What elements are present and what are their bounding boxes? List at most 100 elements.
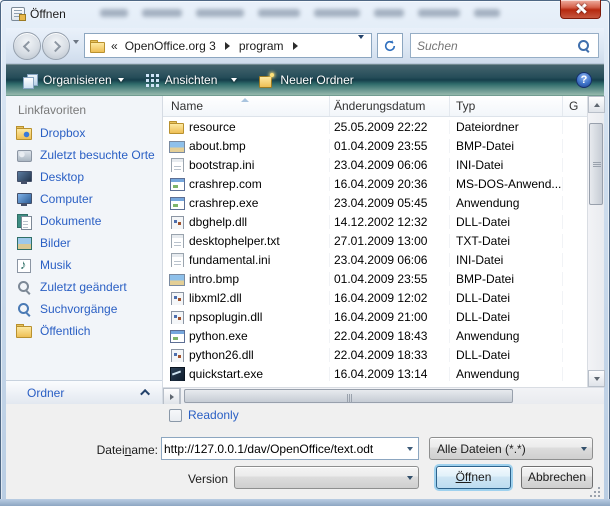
filetype-select[interactable]: Alle Dateien (*.*)	[429, 437, 593, 460]
version-dropdown-button[interactable]	[401, 467, 418, 488]
file-row[interactable]: quickstart.exe 16.04.2009 13:14 Anwendun…	[163, 364, 587, 383]
sidebar-item-label: Desktop	[40, 170, 84, 184]
file-type: MS-DOS-Anwend...	[450, 177, 563, 191]
column-header-size[interactable]: G	[563, 96, 587, 116]
help-button[interactable]: ?	[576, 72, 592, 88]
sidebar-item-icon	[16, 192, 32, 206]
search-input[interactable]	[411, 39, 577, 53]
file-row[interactable]: intro.bmp 01.04.2009 23:55 BMP-Datei	[163, 269, 587, 288]
views-label: Ansichten	[165, 73, 218, 87]
address-dropdown-button[interactable]	[358, 39, 364, 53]
file-row[interactable]: resource 25.05.2009 22:22 Dateiordner	[163, 117, 587, 136]
breadcrumb[interactable]: « OpenOffice.org 3 program	[84, 33, 372, 58]
title-bar[interactable]: Öffnen	[0, 0, 610, 28]
file-row[interactable]: crashrep.exe 23.04.2009 05:45 Anwendung	[163, 193, 587, 212]
column-header-date[interactable]: Änderungsdatum	[330, 96, 450, 116]
horizontal-scrollbar[interactable]	[163, 387, 604, 404]
sidebar-item-icon	[16, 148, 32, 162]
sidebar-item[interactable]: Musik	[6, 254, 162, 276]
column-label: Name	[171, 99, 203, 113]
column-header-name[interactable]: Name	[163, 96, 330, 116]
chevron-right-icon[interactable]	[225, 42, 230, 50]
navigation-bar: « OpenOffice.org 3 program	[6, 28, 604, 64]
search-icon[interactable]	[577, 39, 591, 53]
folders-expander[interactable]: Ordner	[6, 380, 162, 404]
scroll-right-button[interactable]	[163, 388, 180, 405]
filename-dropdown-button[interactable]	[401, 438, 418, 459]
breadcrumb-item-openoffice[interactable]: OpenOffice.org 3	[121, 39, 220, 53]
sidebar-item[interactable]: Desktop	[6, 166, 162, 188]
scroll-down-button[interactable]	[588, 370, 605, 387]
sidebar-item[interactable]: Suchvorgänge	[6, 298, 162, 320]
file-name: desktophelper.txt	[189, 234, 280, 248]
file-type-icon	[169, 329, 184, 343]
readonly-checkbox[interactable]	[169, 409, 182, 422]
file-type-icon	[169, 234, 184, 248]
file-row[interactable]: python.exe 22.04.2009 18:43 Anwendung	[163, 326, 587, 345]
file-type-icon	[169, 196, 184, 210]
file-row[interactable]: npsoplugin.dll 16.04.2009 21:00 DLL-Date…	[163, 307, 587, 326]
file-name: dbghelp.dll	[189, 215, 247, 229]
file-rows: resource 25.05.2009 22:22 Dateiordner ab…	[163, 117, 587, 383]
refresh-button[interactable]	[377, 33, 403, 58]
file-type: DLL-Datei	[450, 348, 563, 362]
sidebar-item[interactable]: Zuletzt besuchte Orte	[6, 144, 162, 166]
file-row[interactable]: dbghelp.dll 14.12.2002 12:32 DLL-Datei	[163, 212, 587, 231]
file-name: resource	[189, 120, 236, 134]
filename-input[interactable]	[162, 442, 401, 456]
cancel-button[interactable]: Abbrechen	[521, 466, 593, 489]
column-header-type[interactable]: Typ	[450, 96, 563, 116]
open-button[interactable]: Öffnen	[436, 466, 511, 489]
file-type: INI-Datei	[450, 253, 563, 267]
file-name: python.exe	[189, 329, 248, 343]
file-type: INI-Datei	[450, 158, 563, 172]
sidebar-item[interactable]: Öffentlich	[6, 320, 162, 342]
sidebar-item[interactable]: Computer	[6, 188, 162, 210]
sidebar-item-icon	[16, 214, 32, 228]
resize-grip[interactable]	[588, 485, 600, 497]
file-date: 25.05.2009 22:22	[330, 120, 450, 134]
file-row[interactable]: bootstrap.ini 23.04.2009 06:06 INI-Datei	[163, 155, 587, 174]
breadcrumb-overflow[interactable]: «	[111, 39, 118, 53]
forward-button[interactable]	[42, 32, 70, 60]
vertical-scrollbar[interactable]	[587, 96, 604, 387]
file-row[interactable]: fundamental.ini 23.04.2009 06:06 INI-Dat…	[163, 250, 587, 269]
file-row[interactable]: crashrep.com 16.04.2009 20:36 MS-DOS-Anw…	[163, 174, 587, 193]
open-file-dialog: Öffnen « OpenOffice.org 3 program	[0, 0, 610, 506]
history-dropdown-button[interactable]	[73, 44, 79, 58]
file-row[interactable]: python26.dll 22.04.2009 18:33 DLL-Datei	[163, 345, 587, 364]
back-button[interactable]	[13, 32, 41, 60]
command-toolbar: Organisieren Ansichten Neuer Ordner ?	[6, 64, 604, 96]
views-button[interactable]: Ansichten	[138, 68, 246, 92]
horizontal-scroll-thumb[interactable]	[184, 389, 513, 403]
favorites-header: Linkfavoriten	[18, 103, 86, 117]
sidebar-item[interactable]: Bilder	[6, 232, 162, 254]
sidebar-item-icon	[16, 170, 32, 184]
scroll-up-button[interactable]	[588, 96, 605, 113]
chevron-down-icon	[581, 447, 587, 451]
sidebar-item[interactable]: Dokumente	[6, 210, 162, 232]
chevron-right-icon[interactable]	[293, 42, 298, 50]
file-row[interactable]: libxml2.dll 16.04.2009 12:02 DLL-Datei	[163, 288, 587, 307]
file-row[interactable]: about.bmp 01.04.2009 23:55 BMP-Datei	[163, 136, 587, 155]
sidebar-item[interactable]: Zuletzt geändert	[6, 276, 162, 298]
triangle-down-icon	[594, 377, 600, 381]
file-date: 27.01.2009 13:00	[330, 234, 450, 248]
filetype-dropdown-button[interactable]	[575, 438, 592, 459]
sidebar-item-label: Öffentlich	[40, 324, 90, 338]
file-name: libxml2.dll	[189, 291, 242, 305]
breadcrumb-item-program[interactable]: program	[235, 39, 288, 53]
sidebar-item[interactable]: Dropbox	[6, 122, 162, 144]
version-select[interactable]	[234, 466, 419, 489]
new-folder-button[interactable]: Neuer Ordner	[251, 68, 361, 92]
thumb-grip	[349, 394, 350, 402]
readonly-option[interactable]: Readonly	[169, 408, 239, 422]
organize-button[interactable]: Organisieren	[15, 68, 132, 92]
file-row[interactable]: desktophelper.txt 27.01.2009 13:00 TXT-D…	[163, 231, 587, 250]
file-type: TXT-Datei	[450, 234, 563, 248]
close-button[interactable]	[560, 0, 601, 19]
sidebar-item-icon	[16, 302, 32, 316]
vertical-scroll-thumb[interactable]	[589, 123, 603, 205]
triangle-up-icon	[594, 103, 600, 107]
sidebar-item-icon	[16, 280, 32, 294]
